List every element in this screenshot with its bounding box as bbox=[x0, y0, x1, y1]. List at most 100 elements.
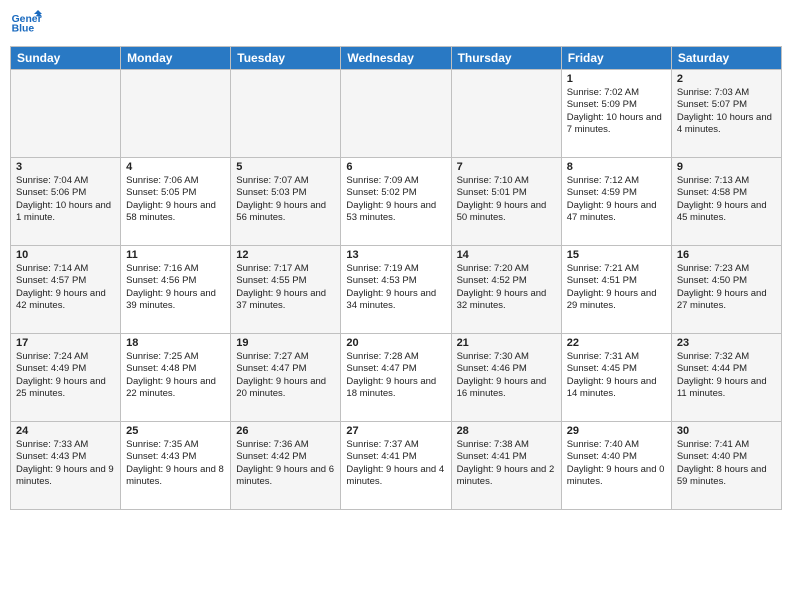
day-info: Sunrise: 7:16 AM bbox=[126, 263, 225, 275]
day-number: 25 bbox=[126, 425, 225, 437]
day-info: Daylight: 9 hours and 22 minutes. bbox=[126, 376, 225, 401]
day-number: 4 bbox=[126, 161, 225, 173]
calendar-cell: 3Sunrise: 7:04 AMSunset: 5:06 PMDaylight… bbox=[11, 158, 121, 246]
day-number: 22 bbox=[567, 337, 666, 349]
day-info: Sunset: 4:43 PM bbox=[126, 451, 225, 463]
day-number: 12 bbox=[236, 249, 335, 261]
day-number: 11 bbox=[126, 249, 225, 261]
calendar-cell bbox=[341, 70, 451, 158]
day-info: Sunset: 4:58 PM bbox=[677, 187, 776, 199]
day-number: 30 bbox=[677, 425, 776, 437]
day-info: Sunset: 4:47 PM bbox=[346, 363, 445, 375]
day-info: Daylight: 9 hours and 2 minutes. bbox=[457, 464, 556, 489]
day-info: Daylight: 9 hours and 42 minutes. bbox=[16, 288, 115, 313]
weekday-header-sunday: Sunday bbox=[11, 47, 121, 70]
logo-icon: General Blue bbox=[10, 10, 42, 38]
day-info: Daylight: 9 hours and 32 minutes. bbox=[457, 288, 556, 313]
day-info: Daylight: 9 hours and 18 minutes. bbox=[346, 376, 445, 401]
day-info: Sunrise: 7:32 AM bbox=[677, 351, 776, 363]
day-info: Sunrise: 7:37 AM bbox=[346, 439, 445, 451]
weekday-header-thursday: Thursday bbox=[451, 47, 561, 70]
calendar-cell: 17Sunrise: 7:24 AMSunset: 4:49 PMDayligh… bbox=[11, 334, 121, 422]
calendar-cell: 22Sunrise: 7:31 AMSunset: 4:45 PMDayligh… bbox=[561, 334, 671, 422]
day-number: 20 bbox=[346, 337, 445, 349]
day-number: 13 bbox=[346, 249, 445, 261]
day-info: Daylight: 9 hours and 27 minutes. bbox=[677, 288, 776, 313]
day-number: 15 bbox=[567, 249, 666, 261]
day-info: Daylight: 9 hours and 20 minutes. bbox=[236, 376, 335, 401]
day-number: 2 bbox=[677, 73, 776, 85]
day-info: Daylight: 9 hours and 9 minutes. bbox=[16, 464, 115, 489]
calendar-cell: 6Sunrise: 7:09 AMSunset: 5:02 PMDaylight… bbox=[341, 158, 451, 246]
calendar-week-2: 3Sunrise: 7:04 AMSunset: 5:06 PMDaylight… bbox=[11, 158, 782, 246]
day-number: 21 bbox=[457, 337, 556, 349]
day-info: Sunrise: 7:10 AM bbox=[457, 175, 556, 187]
day-info: Sunset: 4:41 PM bbox=[457, 451, 556, 463]
day-info: Sunset: 5:01 PM bbox=[457, 187, 556, 199]
day-info: Sunset: 5:02 PM bbox=[346, 187, 445, 199]
day-info: Sunrise: 7:30 AM bbox=[457, 351, 556, 363]
day-number: 24 bbox=[16, 425, 115, 437]
day-info: Sunset: 5:03 PM bbox=[236, 187, 335, 199]
day-number: 10 bbox=[16, 249, 115, 261]
calendar-cell: 7Sunrise: 7:10 AMSunset: 5:01 PMDaylight… bbox=[451, 158, 561, 246]
day-info: Sunrise: 7:09 AM bbox=[346, 175, 445, 187]
calendar-cell: 13 Sunrise: 7:19 AMSunset: 4:53 PMDayligh… bbox=[341, 246, 451, 334]
logo: General Blue bbox=[10, 10, 46, 38]
day-number: 5 bbox=[236, 161, 335, 173]
calendar-header-row: SundayMondayTuesdayWednesdayThursdayFrid… bbox=[11, 47, 782, 70]
day-info: Sunset: 4:56 PM bbox=[126, 275, 225, 287]
day-info: Sunset: 5:07 PM bbox=[677, 99, 776, 111]
calendar-cell: 15Sunrise: 7:21 AMSunset: 4:51 PMDayligh… bbox=[561, 246, 671, 334]
day-info: Sunset: 4:53 PM bbox=[346, 275, 445, 287]
day-info: Sunset: 4:42 PM bbox=[236, 451, 335, 463]
day-info: Sunset: 4:51 PM bbox=[567, 275, 666, 287]
day-info: Sunrise: 7:33 AM bbox=[16, 439, 115, 451]
day-info: Sunset: 4:41 PM bbox=[346, 451, 445, 463]
day-info: Sunrise: 7:23 AM bbox=[677, 263, 776, 275]
day-info: Sunrise: 7:19 AM bbox=[346, 263, 445, 275]
day-info: Sunrise: 7:07 AM bbox=[236, 175, 335, 187]
day-number: 8 bbox=[567, 161, 666, 173]
day-info: Sunrise: 7:06 AM bbox=[126, 175, 225, 187]
day-number: 6 bbox=[346, 161, 445, 173]
day-info: Sunrise: 7:13 AM bbox=[677, 175, 776, 187]
calendar-cell: 24 Sunrise: 7:33 AMSunset: 4:43 PMDayligh… bbox=[11, 422, 121, 510]
day-info: Sunrise: 7:17 AM bbox=[236, 263, 335, 275]
calendar-cell: 5 Sunrise: 7:07 AMSunset: 5:03 PMDaylight… bbox=[231, 158, 341, 246]
day-info: Sunset: 4:45 PM bbox=[567, 363, 666, 375]
day-info: Daylight: 9 hours and 8 minutes. bbox=[126, 464, 225, 489]
day-info: Sunrise: 7:24 AM bbox=[16, 351, 115, 363]
calendar-week-1: 1Sunrise: 7:02 AMSunset: 5:09 PMDaylight… bbox=[11, 70, 782, 158]
svg-text:Blue: Blue bbox=[12, 24, 35, 35]
day-number: 26 bbox=[236, 425, 335, 437]
day-info: Sunrise: 7:40 AM bbox=[567, 439, 666, 451]
day-number: 23 bbox=[677, 337, 776, 349]
day-info: Daylight: 9 hours and 56 minutes. bbox=[236, 200, 335, 225]
day-info: Sunrise: 7:04 AM bbox=[16, 175, 115, 187]
day-info: Sunset: 4:57 PM bbox=[16, 275, 115, 287]
calendar-cell: 14Sunrise: 7:20 AMSunset: 4:52 PMDayligh… bbox=[451, 246, 561, 334]
day-info: Daylight: 9 hours and 6 minutes. bbox=[236, 464, 335, 489]
day-info: Sunset: 4:46 PM bbox=[457, 363, 556, 375]
day-info: Sunset: 4:49 PM bbox=[16, 363, 115, 375]
weekday-header-saturday: Saturday bbox=[671, 47, 781, 70]
weekday-header-monday: Monday bbox=[121, 47, 231, 70]
day-info: Daylight: 9 hours and 0 minutes. bbox=[567, 464, 666, 489]
day-info: Daylight: 9 hours and 34 minutes. bbox=[346, 288, 445, 313]
day-info: Sunset: 5:09 PM bbox=[567, 99, 666, 111]
calendar-cell: 1Sunrise: 7:02 AMSunset: 5:09 PMDaylight… bbox=[561, 70, 671, 158]
day-info: Sunrise: 7:27 AM bbox=[236, 351, 335, 363]
day-info: Daylight: 9 hours and 11 minutes. bbox=[677, 376, 776, 401]
day-info: Sunrise: 7:20 AM bbox=[457, 263, 556, 275]
day-number: 14 bbox=[457, 249, 556, 261]
weekday-header-wednesday: Wednesday bbox=[341, 47, 451, 70]
day-info: Sunset: 4:43 PM bbox=[16, 451, 115, 463]
calendar-cell: 21Sunrise: 7:30 AMSunset: 4:46 PMDayligh… bbox=[451, 334, 561, 422]
day-info: Sunset: 4:44 PM bbox=[677, 363, 776, 375]
calendar-cell: 4Sunrise: 7:06 AMSunset: 5:05 PMDaylight… bbox=[121, 158, 231, 246]
calendar-week-5: 24Sunrise: 7:33 AMSunset: 4:43 PMDayligh… bbox=[11, 422, 782, 510]
day-number: 7 bbox=[457, 161, 556, 173]
calendar-cell: 20Sunrise: 7:28 AMSunset: 4:47 PMDayligh… bbox=[341, 334, 451, 422]
day-info: Sunset: 4:55 PM bbox=[236, 275, 335, 287]
